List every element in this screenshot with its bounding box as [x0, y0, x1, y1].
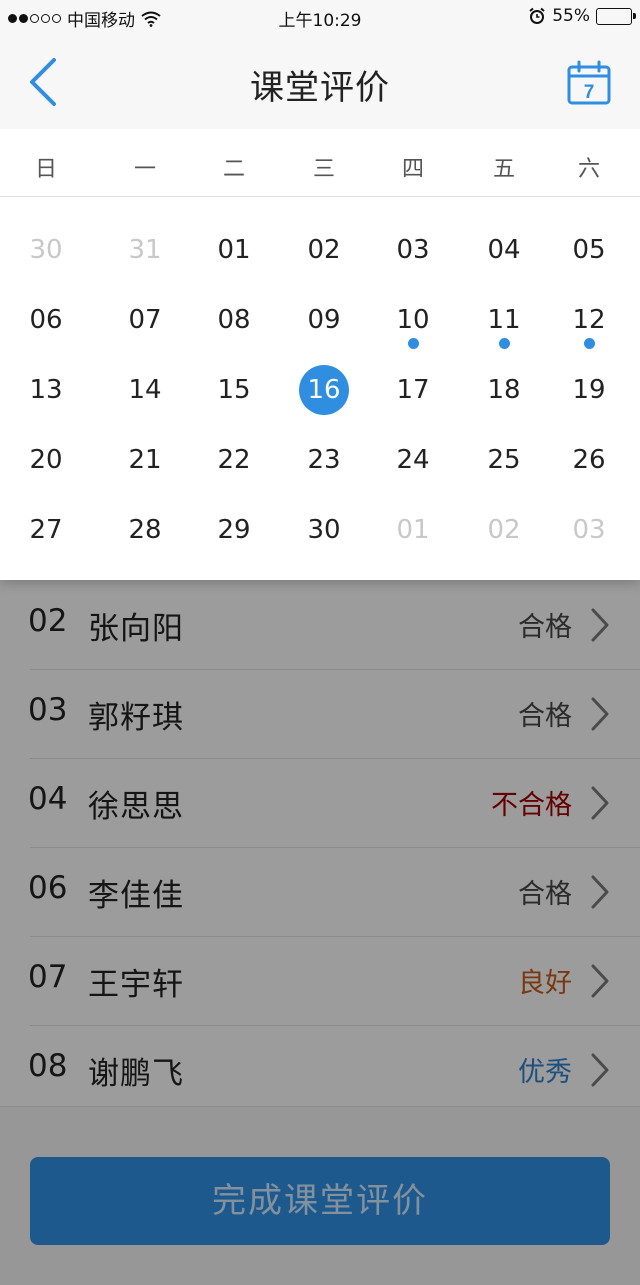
calendar-day[interactable]: 14 [115, 360, 175, 420]
calendar-day[interactable]: 17 [383, 360, 443, 420]
calendar-day-number: 13 [29, 375, 63, 405]
calendar-day[interactable]: 12 [559, 290, 619, 350]
calendar-day-number: 03 [396, 235, 430, 265]
calendar-day-number: 16 [307, 375, 341, 405]
calendar-day[interactable]: 03 [383, 220, 443, 280]
calendar-day[interactable]: 28 [115, 500, 175, 560]
calendar-day[interactable]: 19 [559, 360, 619, 420]
calendar-day[interactable]: 30 [16, 220, 76, 280]
calendar-icon-day: 7 [584, 82, 595, 103]
calendar-day-number: 21 [128, 445, 162, 475]
calendar-day-number: 19 [572, 375, 606, 405]
calendar-day[interactable]: 31 [115, 220, 175, 280]
calendar-day[interactable]: 21 [115, 430, 175, 490]
has-record-dot [408, 338, 419, 349]
calendar-day-number: 10 [396, 305, 430, 335]
calendar-day-number: 02 [307, 235, 341, 265]
calendar-day-number: 06 [29, 305, 63, 335]
calendar-day[interactable]: 09 [294, 290, 354, 350]
calendar-day[interactable]: 15 [204, 360, 264, 420]
calendar-day[interactable]: 30 [294, 500, 354, 560]
calendar-day-selected[interactable]: 16 [294, 360, 354, 420]
calendar-day-number: 12 [572, 305, 606, 335]
calendar-day-number: 09 [307, 305, 341, 335]
calendar-day-number: 05 [572, 235, 606, 265]
calendar-day[interactable]: 22 [204, 430, 264, 490]
calendar-day[interactable]: 27 [16, 500, 76, 560]
calendar-day-number: 04 [487, 235, 521, 265]
calendar-day-number: 08 [217, 305, 251, 335]
page-title: 课堂评价 [250, 68, 390, 108]
calendar-day[interactable]: 24 [383, 430, 443, 490]
calendar-day[interactable]: 13 [16, 360, 76, 420]
calendar-day[interactable]: 26 [559, 430, 619, 490]
calendar-day-number: 30 [29, 235, 63, 265]
calendar-day-number: 17 [396, 375, 430, 405]
calendar-day-number: 22 [217, 445, 251, 475]
calendar-day-number: 24 [396, 445, 430, 475]
calendar-day-number: 31 [128, 235, 162, 265]
calendar-day-number: 26 [572, 445, 606, 475]
calendar-day[interactable]: 07 [115, 290, 175, 350]
status-right: 55% [528, 6, 636, 26]
calendar-day-number: 03 [572, 515, 606, 545]
calendar-day[interactable]: 02 [294, 220, 354, 280]
calendar-day-number: 11 [487, 305, 521, 335]
calendar-day[interactable]: 03 [559, 500, 619, 560]
calendar-popover: 日 一 二 三 四 五 六 30 31 01 02 03 04 05 06 07 08 09 10 11 12 13 14… [0, 117, 640, 580]
calendar-day[interactable]: 01 [383, 500, 443, 560]
calendar-icon[interactable]: 7 [566, 60, 612, 106]
weekday-label: 日 [34, 157, 57, 182]
calendar-day-number: 01 [217, 235, 251, 265]
calendar-day[interactable]: 06 [16, 290, 76, 350]
battery-icon [596, 7, 636, 25]
calendar-day[interactable]: 10 [383, 290, 443, 350]
calendar-day[interactable]: 25 [474, 430, 534, 490]
calendar-day-number: 29 [217, 515, 251, 545]
has-record-dot [584, 338, 595, 349]
calendar-day[interactable]: 29 [204, 500, 264, 560]
status-bar: 中国移动 上午10:29 55% [0, 0, 640, 34]
calendar-day[interactable]: 04 [474, 220, 534, 280]
calendar-day[interactable]: 20 [16, 430, 76, 490]
calendar-day-number: 25 [487, 445, 521, 475]
has-record-dot [499, 338, 510, 349]
calendar-day-number: 07 [128, 305, 162, 335]
weekday-label: 五 [492, 157, 515, 182]
calendar-day[interactable]: 08 [204, 290, 264, 350]
calendar-day-number: 30 [307, 515, 341, 545]
calendar-day-number: 02 [487, 515, 521, 545]
calendar-day-number: 14 [128, 375, 162, 405]
calendar-day[interactable]: 01 [204, 220, 264, 280]
calendar-day[interactable]: 05 [559, 220, 619, 280]
calendar-day-number: 01 [396, 515, 430, 545]
calendar-day-number: 20 [29, 445, 63, 475]
weekday-label: 一 [133, 157, 156, 182]
weekday-header: 日一二三四五六 [0, 129, 640, 197]
weekday-label: 四 [401, 157, 424, 182]
calendar-day-number: 15 [217, 375, 251, 405]
calendar-day[interactable]: 11 [474, 290, 534, 350]
calendar-day-number: 23 [307, 445, 341, 475]
weekday-label: 三 [312, 157, 335, 182]
calendar-day-number: 27 [29, 515, 63, 545]
calendar-day[interactable]: 18 [474, 360, 534, 420]
calendar-day-number: 28 [128, 515, 162, 545]
weekday-label: 二 [222, 157, 245, 182]
calendar-day-number: 18 [487, 375, 521, 405]
navigation-bar: 课堂评价 7 [0, 34, 640, 129]
calendar-day[interactable]: 23 [294, 430, 354, 490]
battery-percent: 55% [552, 6, 590, 26]
calendar-day[interactable]: 02 [474, 500, 534, 560]
alarm-icon [529, 7, 545, 24]
weekday-label: 六 [577, 157, 600, 182]
